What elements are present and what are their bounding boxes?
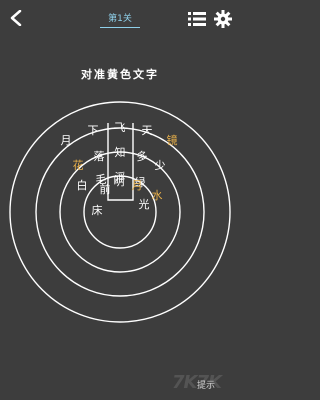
ring2-char-4: 水 xyxy=(152,189,163,202)
inner-char-0: 床 xyxy=(92,203,103,217)
ring3-char-1: 落 xyxy=(94,150,105,163)
alignment-slot xyxy=(107,123,134,201)
ring3-char-2: 知 xyxy=(115,145,126,159)
ring3-char-4: 少 xyxy=(155,159,166,172)
ring2-char-0: 白 xyxy=(77,178,88,192)
outer-char-3: 天 xyxy=(142,124,153,137)
ring3-char-0: 花 xyxy=(73,159,84,172)
inner-char-2: 明 xyxy=(114,175,125,188)
outer-char-4: 镜 xyxy=(167,133,178,147)
outer-char-1: 下 xyxy=(88,124,99,137)
outer-char-0: 月 xyxy=(61,134,72,147)
ring-characters: 月下飞天镜花落知多少白毛浮绿水床前明 月光 xyxy=(61,121,178,217)
ring3-char-3: 多 xyxy=(137,149,148,163)
outer-ring[interactable] xyxy=(9,101,231,323)
inner-char-1: 前 xyxy=(100,182,111,196)
inner-char-4: 光 xyxy=(139,197,150,211)
inner-char-3: 月 xyxy=(132,179,143,192)
outer-char-2: 飞 xyxy=(115,121,126,134)
hint-button[interactable]: 提示 xyxy=(197,378,215,391)
ring-puzzle[interactable]: 月下飞天镜花落知多少白毛浮绿水床前明 月光 xyxy=(0,0,240,400)
